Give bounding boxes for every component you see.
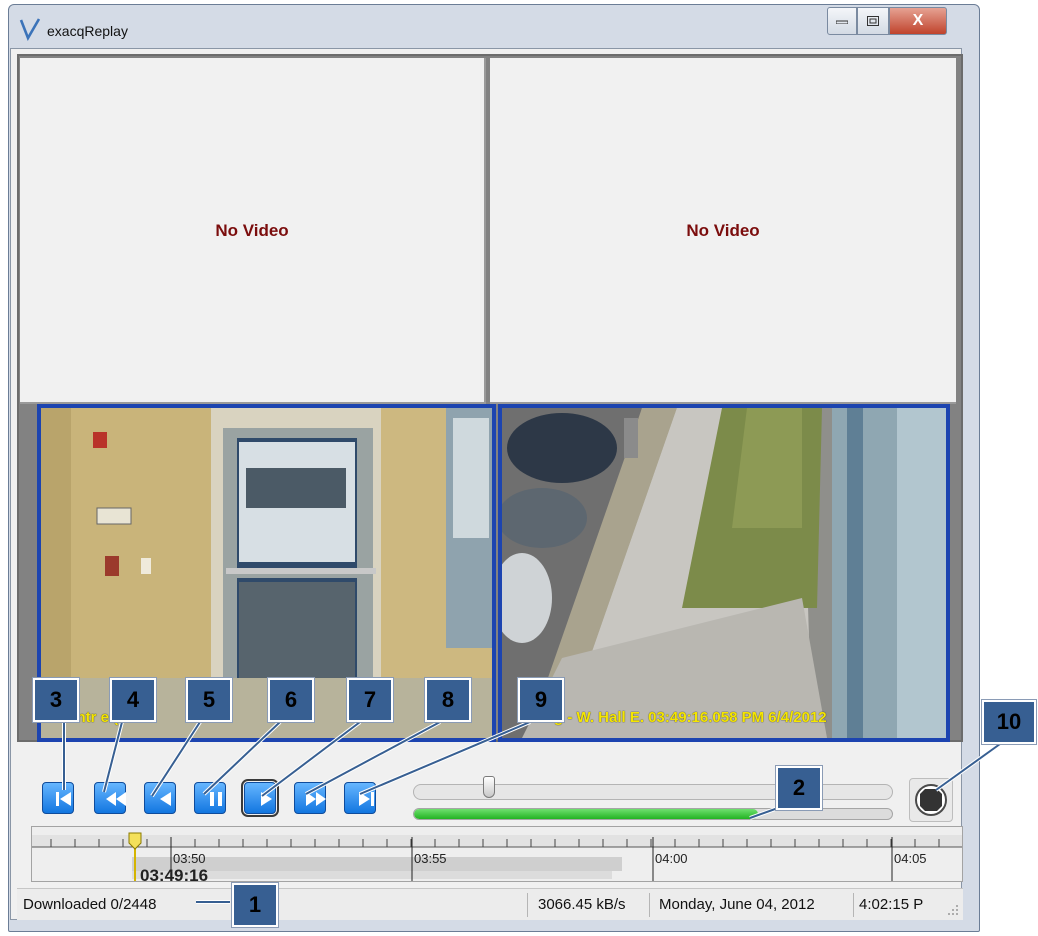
- callout-4: 4: [110, 678, 156, 722]
- skip-to-start-icon: [56, 792, 71, 806]
- callout-9: 9: [518, 678, 564, 722]
- timeline[interactable]: 03:50 03:55 04:00 04:05 03:49:16: [31, 826, 963, 882]
- speed-slider-thumb[interactable]: [483, 776, 496, 798]
- step-back-button[interactable]: [144, 782, 176, 814]
- minimize-icon: [836, 20, 848, 24]
- status-divider: [853, 893, 854, 917]
- callout-7: 7: [347, 678, 393, 722]
- skip-to-end-icon: [359, 792, 374, 806]
- current-time: 03:49:16: [140, 866, 208, 882]
- callout-6: 6: [268, 678, 314, 722]
- play-icon: [261, 792, 272, 806]
- resize-grip-icon[interactable]: [947, 904, 959, 916]
- fast-forward-icon: [306, 792, 326, 806]
- download-progress-fill: [414, 809, 759, 819]
- pause-icon: [210, 792, 222, 806]
- download-status: Downloaded 0/2448: [23, 896, 157, 913]
- camera-overlay-text: g - W. Hall E. 03:49:16.058 PM 6/4/2012: [554, 709, 827, 726]
- callout-8: 8: [425, 678, 471, 722]
- skip-to-end-button[interactable]: [344, 782, 376, 814]
- rewind-button[interactable]: [94, 782, 126, 814]
- video-pane-top-left[interactable]: No Video: [20, 58, 486, 404]
- status-divider: [649, 893, 650, 917]
- close-icon: X: [912, 12, 924, 29]
- no-video-label: No Video: [686, 221, 760, 240]
- minimize-button[interactable]: [827, 7, 857, 35]
- no-video-label: No Video: [215, 221, 289, 240]
- status-time: 4:02:15 P: [859, 896, 924, 913]
- close-button[interactable]: X: [889, 7, 947, 35]
- timeline-ruler: 03:50 03:55 04:00 04:05 03:49:16: [32, 832, 962, 882]
- status-bar: Downloaded 0/2448 3066.45 kB/s Monday, J…: [17, 888, 963, 920]
- callout-2: 2: [776, 766, 822, 810]
- skip-to-start-button[interactable]: [42, 782, 74, 814]
- timeline-tick-label: 03:55: [414, 851, 447, 866]
- camera-image-sidewalk: [502, 408, 946, 738]
- step-back-icon: [160, 792, 171, 806]
- timeline-tick-label: 04:05: [894, 851, 927, 866]
- exacq-logo-icon: [19, 18, 41, 41]
- fast-forward-button[interactable]: [294, 782, 326, 814]
- play-button[interactable]: [241, 779, 279, 817]
- pause-button[interactable]: [194, 782, 226, 814]
- timeline-tick-label: 04:00: [655, 851, 688, 866]
- transfer-rate: 3066.45 kB/s: [538, 896, 626, 913]
- maximize-icon: [867, 16, 879, 26]
- callout-3: 3: [33, 678, 79, 722]
- title-bar[interactable]: exacqReplay X: [9, 5, 979, 49]
- rewind-icon: [106, 792, 126, 806]
- video-pane-top-right[interactable]: No Video: [490, 58, 956, 404]
- callout-10: 10: [982, 700, 1036, 744]
- window-title: exacqReplay: [47, 23, 128, 39]
- timeline-tick-label: 03:50: [173, 851, 206, 866]
- stop-icon: [915, 784, 947, 816]
- camera-pane-sidewalk[interactable]: g - W. Hall E. 03:49:16.058 PM 6/4/2012: [498, 404, 950, 742]
- stop-button[interactable]: [909, 778, 953, 822]
- status-divider: [527, 893, 528, 917]
- callout-5: 5: [186, 678, 232, 722]
- maximize-button[interactable]: [857, 7, 889, 35]
- status-date: Monday, June 04, 2012: [659, 896, 815, 913]
- callout-1: 1: [232, 883, 278, 927]
